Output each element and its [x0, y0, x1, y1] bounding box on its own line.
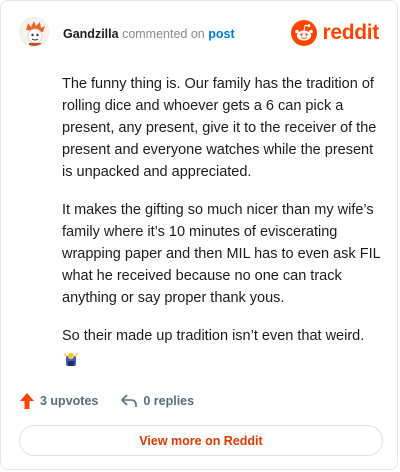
post-link[interactable]: post [208, 27, 234, 41]
upvote-arrow-icon [20, 393, 34, 409]
reply-count: 0 replies [143, 394, 195, 408]
upvote-button[interactable]: 3 upvotes [19, 392, 98, 410]
reply-arrow-icon [121, 394, 138, 407]
comment-actions: 3 upvotes 0 replies [19, 391, 216, 411]
comment-paragraph-2: It makes the gifting so much nicer than … [62, 202, 381, 306]
avatar-image [20, 18, 48, 46]
comment-meta: Gandzilla commented on post [63, 27, 235, 41]
user-avatar[interactable] [19, 17, 49, 47]
username-link[interactable]: Gandzilla [63, 27, 119, 41]
upvote-count: 3 upvotes [40, 394, 99, 408]
reddit-logo[interactable]: reddit [291, 19, 379, 47]
comment-header: Gandzilla commented on post reddit [19, 17, 379, 51]
comment-body: The funny thing is. Our family has the t… [62, 73, 382, 369]
embedded-comment-card: Gandzilla commented on post reddit The f… [0, 0, 398, 470]
replies-button[interactable]: 0 replies [120, 393, 194, 409]
emoji-icon [62, 349, 382, 369]
view-more-on-reddit-button[interactable]: View more on Reddit [19, 425, 383, 456]
reddit-snoo-icon [291, 20, 318, 46]
reddit-wordmark: reddit [322, 21, 379, 44]
raised-hands-icon [63, 352, 79, 366]
comment-paragraph-1: The funny thing is. Our family has the t… [62, 76, 377, 180]
action-text: commented on [122, 27, 205, 41]
comment-paragraph-3: So their made up tradition isn’t even th… [62, 328, 365, 344]
